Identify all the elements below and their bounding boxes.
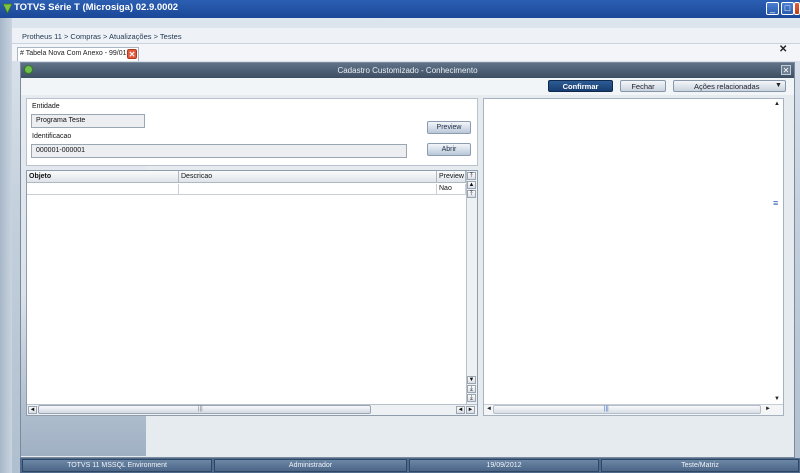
preview-scroll-down-icon[interactable]: ▼: [774, 396, 780, 402]
status-user: Administrador: [214, 459, 407, 472]
minimize-icon[interactable]: _: [766, 2, 779, 15]
scroll-left-end-icon[interactable]: ◄: [456, 406, 465, 414]
preview-scroll-right-icon[interactable]: ►: [765, 406, 771, 412]
maximize-icon[interactable]: □: [781, 2, 794, 15]
workspace-close-icon[interactable]: ✕: [779, 44, 787, 55]
preview-panel: [483, 98, 784, 416]
column-header-preview[interactable]: Preview: [437, 171, 466, 183]
identification-field[interactable]: 000001-000001: [31, 144, 407, 158]
totvs-logo-icon: [2, 3, 13, 14]
preview-scroll-grip-icon[interactable]: ≡: [773, 198, 778, 208]
preview-button[interactable]: Preview: [427, 121, 471, 134]
status-environment: TOTVS 11 MSSQL Environment: [22, 459, 212, 472]
table-cell-preview[interactable]: Nao: [437, 184, 466, 195]
confirm-button[interactable]: Confirmar: [548, 80, 613, 92]
horizontal-scroll-thumb[interactable]: [38, 405, 371, 414]
scroll-page-up-icon[interactable]: ⤒: [467, 190, 476, 198]
scroll-grip-icon: |||: [198, 406, 203, 412]
dialog-title: Cadastro Customizado - Conhecimento: [337, 66, 478, 75]
column-header-descricao[interactable]: Descricao: [179, 171, 437, 183]
preview-scroll-up-icon[interactable]: ▲: [774, 101, 780, 107]
entity-label: Entidade: [32, 103, 60, 110]
breadcrumb[interactable]: Protheus 11 > Compras > Atualizações > T…: [22, 32, 182, 41]
related-actions-button[interactable]: Ações relacionadas: [673, 80, 786, 92]
dialog-close-icon[interactable]: ✕: [781, 65, 791, 75]
preview-scroll-grip-h-icon: |||: [604, 406, 609, 412]
grid-vertical-scrollbar[interactable]: [466, 171, 477, 404]
scroll-bottom-icon[interactable]: ⤓: [467, 394, 476, 402]
preview-scroll-left-icon[interactable]: ◄: [486, 406, 492, 412]
tab-label: # Tabela Nova Com Anexo - 99/01: [20, 50, 127, 57]
entity-field[interactable]: Programa Teste: [31, 114, 145, 128]
left-collapse-strip[interactable]: [0, 18, 12, 473]
close-button[interactable]: Fechar: [620, 80, 666, 92]
scroll-page-down-icon[interactable]: ⤓: [467, 385, 476, 393]
attachments-grid: [26, 170, 478, 416]
preview-vertical-scrollbar[interactable]: [772, 99, 783, 404]
status-date: 19/09/2012: [409, 459, 599, 472]
preview-scroll-thumb[interactable]: [493, 405, 761, 414]
scroll-top-icon[interactable]: ⤒: [467, 172, 476, 180]
chevron-down-icon: ▼: [775, 82, 782, 89]
open-button[interactable]: Abrir: [427, 143, 471, 156]
scroll-left-icon[interactable]: ◄: [28, 406, 37, 414]
table-cell-descricao[interactable]: [179, 184, 437, 195]
app-title: TOTVS Série T (Microsiga) 02.9.0002: [14, 2, 179, 13]
column-header-objeto[interactable]: Objeto: [27, 171, 179, 183]
identification-label: Identificacao: [32, 133, 72, 140]
scroll-right-icon[interactable]: ►: [466, 406, 475, 414]
close-window-icon[interactable]: [794, 2, 800, 15]
status-branch: Teste/Matriz: [601, 459, 799, 472]
scroll-up-icon[interactable]: ▲: [467, 181, 476, 189]
scroll-down-icon[interactable]: ▼: [467, 376, 476, 384]
tab-close-icon[interactable]: ✕: [127, 49, 137, 59]
related-actions-label: Ações relacionadas: [694, 82, 760, 91]
table-cell-objeto[interactable]: [27, 184, 179, 195]
